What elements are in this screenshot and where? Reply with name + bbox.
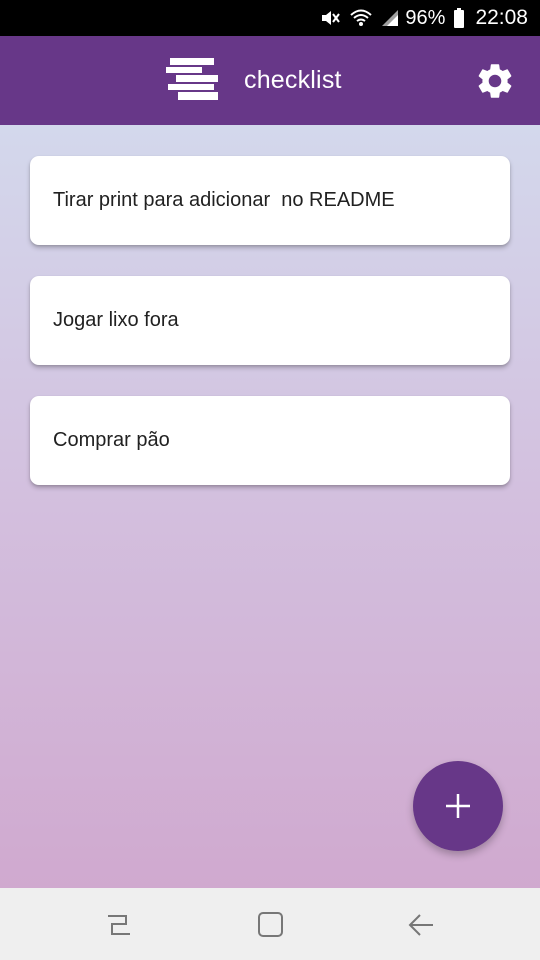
settings-button[interactable] <box>474 60 516 102</box>
back-button[interactable] <box>406 910 436 940</box>
signal-icon <box>381 9 399 27</box>
plus-icon <box>446 794 470 818</box>
task-card[interactable]: Jogar lixo fora <box>30 276 510 365</box>
recent-apps-button[interactable] <box>104 910 134 940</box>
gear-icon <box>478 64 512 98</box>
app-title: checklist <box>244 66 342 94</box>
task-list: Tirar print para adicionar no README Jog… <box>0 125 540 888</box>
home-button[interactable] <box>256 910 286 940</box>
back-icon <box>408 914 433 936</box>
battery-percent: 96% <box>405 6 446 29</box>
task-text: Tirar print para adicionar no README <box>53 189 395 211</box>
app-bar: checklist <box>0 36 540 125</box>
recent-apps-icon <box>108 915 130 935</box>
home-icon <box>258 912 283 937</box>
add-task-button[interactable] <box>413 761 503 851</box>
wifi-icon <box>349 7 373 29</box>
task-text: Jogar lixo fora <box>53 309 179 331</box>
battery-icon <box>453 8 465 28</box>
task-card[interactable]: Comprar pão <box>30 396 510 485</box>
mute-icon <box>319 7 341 29</box>
status-bar: 96% 22:08 <box>0 0 540 36</box>
checklist-logo-icon <box>166 58 220 102</box>
clock: 22:08 <box>475 6 528 29</box>
task-text: Comprar pão <box>53 429 170 451</box>
navigation-bar <box>0 888 540 960</box>
task-card[interactable]: Tirar print para adicionar no README <box>30 156 510 245</box>
